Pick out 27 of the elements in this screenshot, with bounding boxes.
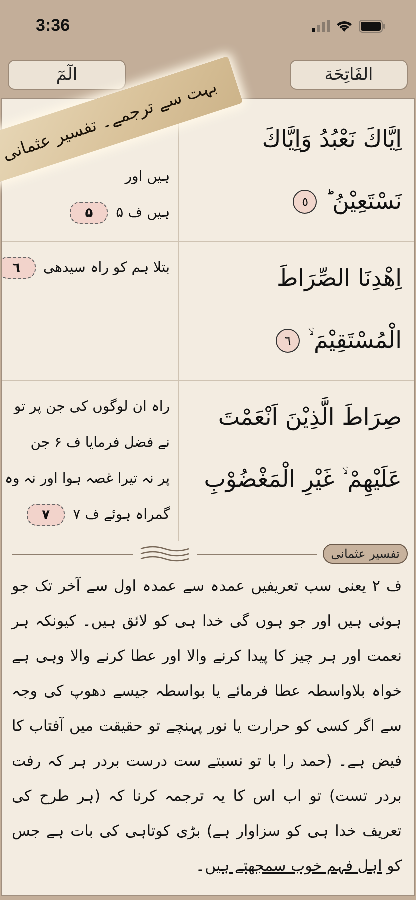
verse-text: اِهْدِنَا الصِّرَاطَ <box>276 264 402 294</box>
translation-text: نے فضل فرمایا ف ۶ جن <box>30 434 170 453</box>
verse-text: الْمُسْتَقِيْمَ ۙ <box>308 310 402 372</box>
verse-text: اِيَّاكَ نَعْبُدُ وَاِيَّاكَ <box>262 125 402 155</box>
translation-text: ہیں ف ۵ <box>116 204 170 223</box>
translation-text: راہ ان لوگوں کی جن پر تو <box>14 398 170 417</box>
verse-number: ٥ <box>293 190 318 214</box>
verse-number: ٦ <box>2 257 36 279</box>
verse-number: ۵ <box>70 202 108 224</box>
wifi-icon <box>336 20 353 32</box>
tafsir-paragraph: ف ۲ یعنی سب تعریفیں عمدہ سے عمدہ اول سے آخر تک جو ہوئی ہیں اور جو ہوں گی خدا ہی کو لائق ہیں۔ کیونکہ ہر نعمت اور ہر چیز کا پیدا کرنے والا اور عطا کرنے والا وہی ہے خواہ بلاواسطہ عطا فرمائے یا بواسطہ جیسے دھوپ کی وجہ سے اگر کسی کو حرارت یا نور پہنچے تو حقیقت میں آفتاب کا فیض ہے۔ (حمد را با تو نسبتے ست درست بردر ہر کہ رفت بردر تست) تو اب اس کا یہ ترجمہ کرنا کہ (ہر طرح کی تعریف خدا ہی کو سزاوار ہے) بڑی کوتاہی کی بات ہے جس کو اہل فہم خوب سمجھتے ہیں۔ <box>10 576 403 877</box>
verse-number: ۷ <box>27 504 66 526</box>
tafsir-tag[interactable]: تفسیر عثمانی <box>323 544 408 564</box>
translation-text: پر نہ تیرا غصہ ہوا اور نہ وہ <box>4 470 170 489</box>
surah-button[interactable]: الٓمٓ <box>8 60 126 90</box>
battery-icon <box>359 20 386 32</box>
verse-text: عَلَيْهِمْ ۙ غَيْرِ الْمَغْضُوْبِ <box>204 449 402 511</box>
translation-text: ہیں اور <box>125 168 170 187</box>
signal-icon <box>312 20 330 32</box>
translation-text: گمراہ ہوئے ف ۷ <box>73 506 170 525</box>
drag-handle-icon[interactable] <box>138 545 191 563</box>
surah-button[interactable]: الفَاتِحَة <box>290 60 408 90</box>
verse-text: صِرَاطَ الَّذِيْنَ اَنْعَمْتَ <box>218 387 402 449</box>
verse-number: ٦ <box>276 329 300 353</box>
translation-text: بتلا ہم کو راہ سیدھی <box>44 259 170 278</box>
verse-text: نَسْتَعِيْنُ ؕ <box>325 188 402 217</box>
status-time: 3:36 <box>36 16 70 36</box>
